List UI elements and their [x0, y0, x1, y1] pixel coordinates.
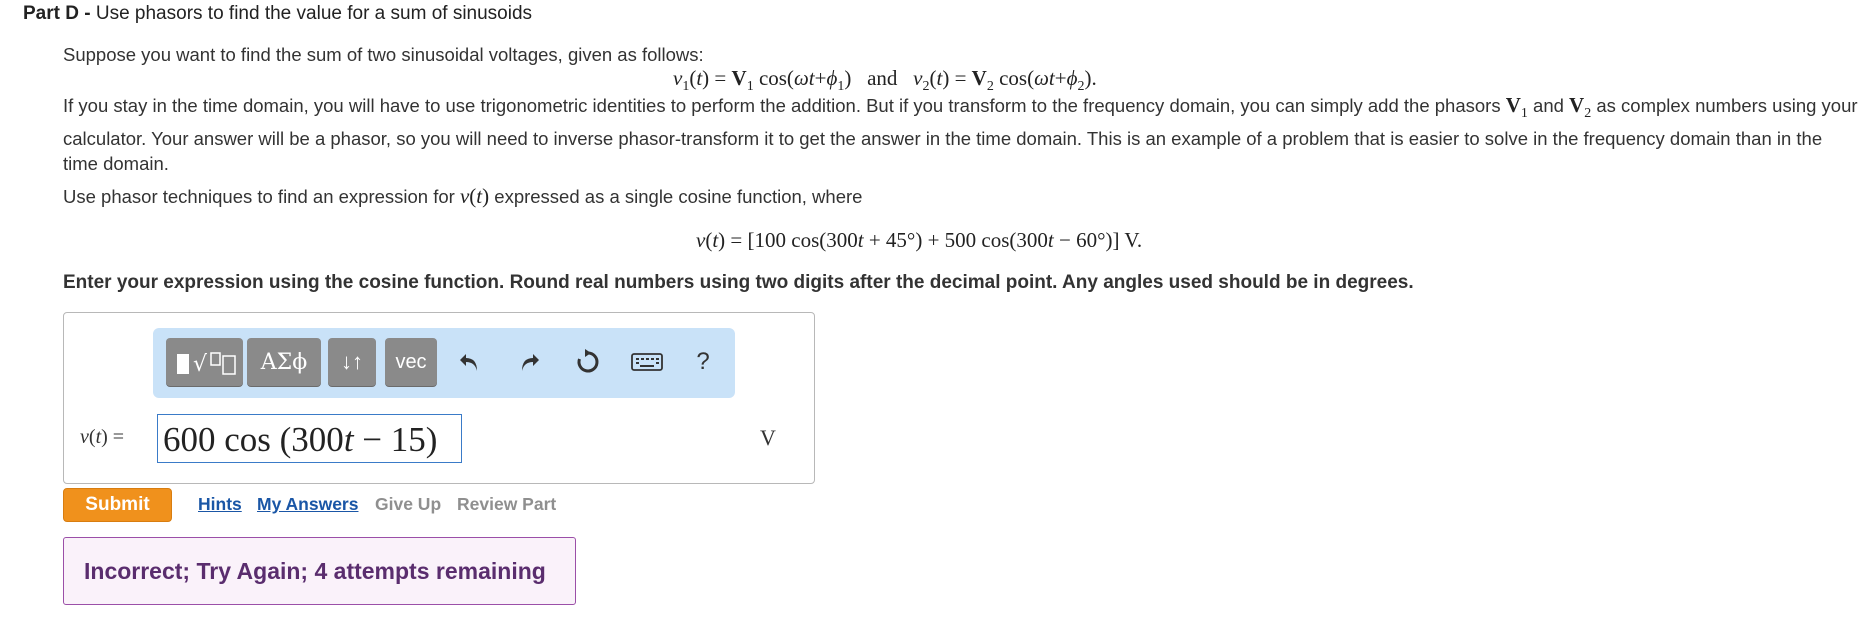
- answer-label: v(t) =: [80, 426, 125, 448]
- answer-unit: V: [760, 425, 776, 450]
- my-answers-link[interactable]: My Answers: [257, 494, 358, 515]
- equation-given-voltage: v(t) = [100 cos(300t + 45°) + 500 cos(30…: [696, 228, 1143, 252]
- greek-symbols-button[interactable]: ΑΣϕ: [247, 338, 321, 386]
- submit-button[interactable]: Submit: [63, 488, 172, 522]
- paragraph-part1: If you stay in the time domain, you will…: [63, 95, 1501, 116]
- phasor-v2: V2: [1569, 93, 1592, 122]
- answer-t: t: [343, 420, 354, 459]
- help-button[interactable]: ?: [681, 338, 725, 386]
- equation-sinusoids: v1(t) = V1 cos(ωt+ϕ1) and v2(t) = V2 cos…: [673, 66, 1097, 95]
- answer-rest: − 15): [353, 420, 438, 459]
- feedback-message: Incorrect; Try Again; 4 attempts remaini…: [63, 537, 576, 605]
- equation-v1: v1(t) = V1 cos(ωt+ϕ1): [673, 66, 852, 95]
- templates-button[interactable]: √: [166, 338, 243, 386]
- part-label: Part D -: [23, 3, 91, 24]
- svg-text:√: √: [193, 352, 208, 377]
- give-up-link[interactable]: Give Up: [375, 494, 441, 515]
- review-part-link[interactable]: Review Part: [457, 494, 556, 515]
- answer-coef: 600 cos (300: [163, 420, 344, 459]
- vector-button[interactable]: vec: [385, 338, 437, 386]
- question-suffix: expressed as a single cosine function, w…: [494, 186, 863, 207]
- explanation-paragraph: If you stay in the time domain, you will…: [63, 93, 1858, 176]
- instruction-text: Enter your expression using the cosine f…: [63, 272, 1414, 293]
- equation-v2: v2(t) = V2 cos(ωt+ϕ2).: [913, 66, 1097, 95]
- question-text: Use phasor techniques to find an express…: [63, 184, 862, 209]
- keyboard-icon[interactable]: [625, 338, 669, 386]
- part-title-text: Use phasors to find the value for a sum …: [95, 3, 533, 24]
- arrows-button[interactable]: ↓↑: [328, 338, 376, 386]
- intro-text: Suppose you want to find the sum of two …: [63, 44, 704, 65]
- answer-input[interactable]: 600 cos (300t − 15): [157, 414, 462, 463]
- phasor-v1: V1: [1505, 93, 1528, 122]
- equation-and: and: [867, 66, 898, 90]
- templates-icon: √: [176, 352, 236, 377]
- question-vt: v(t): [459, 184, 490, 208]
- paragraph-and: and: [1533, 95, 1564, 116]
- redo-icon[interactable]: [507, 338, 551, 386]
- reset-icon[interactable]: [566, 338, 610, 386]
- part-title: Part D - Use phasors to find the value f…: [23, 3, 532, 25]
- math-toolbar: √ ΑΣϕ ↓↑ vec ?: [153, 328, 735, 398]
- undo-icon[interactable]: [448, 338, 492, 386]
- question-prefix: Use phasor techniques to find an express…: [63, 186, 455, 207]
- hints-link[interactable]: Hints: [198, 494, 242, 515]
